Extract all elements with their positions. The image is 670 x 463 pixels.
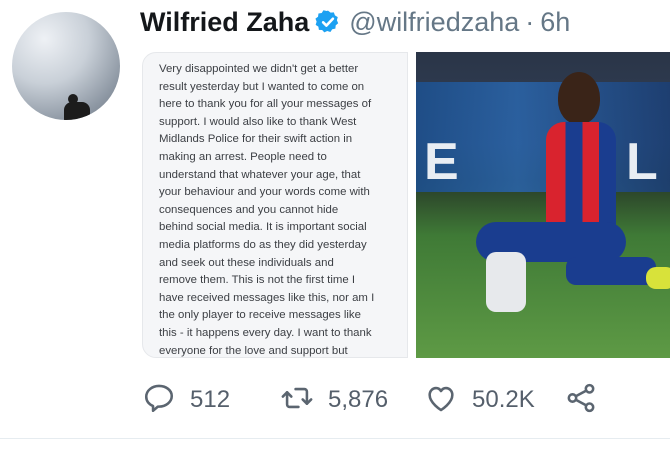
player-boot <box>646 267 670 289</box>
like-button[interactable]: 50.2K <box>424 376 535 424</box>
tweet-header: Wilfried Zaha @wilfriedzaha · 6h <box>140 4 570 40</box>
retweet-count: 5,876 <box>328 386 389 413</box>
like-count: 50.2K <box>472 386 535 413</box>
player-photo[interactable]: E L <box>416 52 670 358</box>
verified-badge-icon <box>315 9 341 35</box>
share-button[interactable] <box>564 376 598 424</box>
tweet-divider <box>0 438 670 439</box>
stand-lettering: L <box>626 133 658 191</box>
tweet-media: Very disappointed we didn't get a better… <box>142 52 670 358</box>
reply-button[interactable]: 512 <box>142 376 230 424</box>
profile-avatar[interactable] <box>12 12 120 120</box>
player-knee <box>486 252 526 312</box>
retweet-button[interactable]: 5,876 <box>280 376 388 424</box>
share-icon <box>564 381 598 420</box>
statement-image[interactable]: Very disappointed we didn't get a better… <box>142 52 408 358</box>
user-handle[interactable]: @wilfriedzaha <box>349 7 519 38</box>
statement-text: Very disappointed we didn't get a better… <box>159 63 375 357</box>
tweet-actions: 512 5,876 50.2K <box>140 376 670 424</box>
separator-dot: · <box>525 6 535 37</box>
reply-count: 512 <box>190 386 231 413</box>
retweet-icon <box>280 381 314 420</box>
player-head <box>558 72 600 124</box>
stand-lettering: E <box>424 133 459 191</box>
player-jersey <box>546 122 616 232</box>
tweet-time[interactable]: 6h <box>540 7 570 38</box>
heart-icon <box>424 381 458 420</box>
player-sock <box>566 257 656 285</box>
reply-icon <box>142 381 176 420</box>
display-name[interactable]: Wilfried Zaha <box>140 7 309 38</box>
avatar-figure <box>64 94 90 120</box>
